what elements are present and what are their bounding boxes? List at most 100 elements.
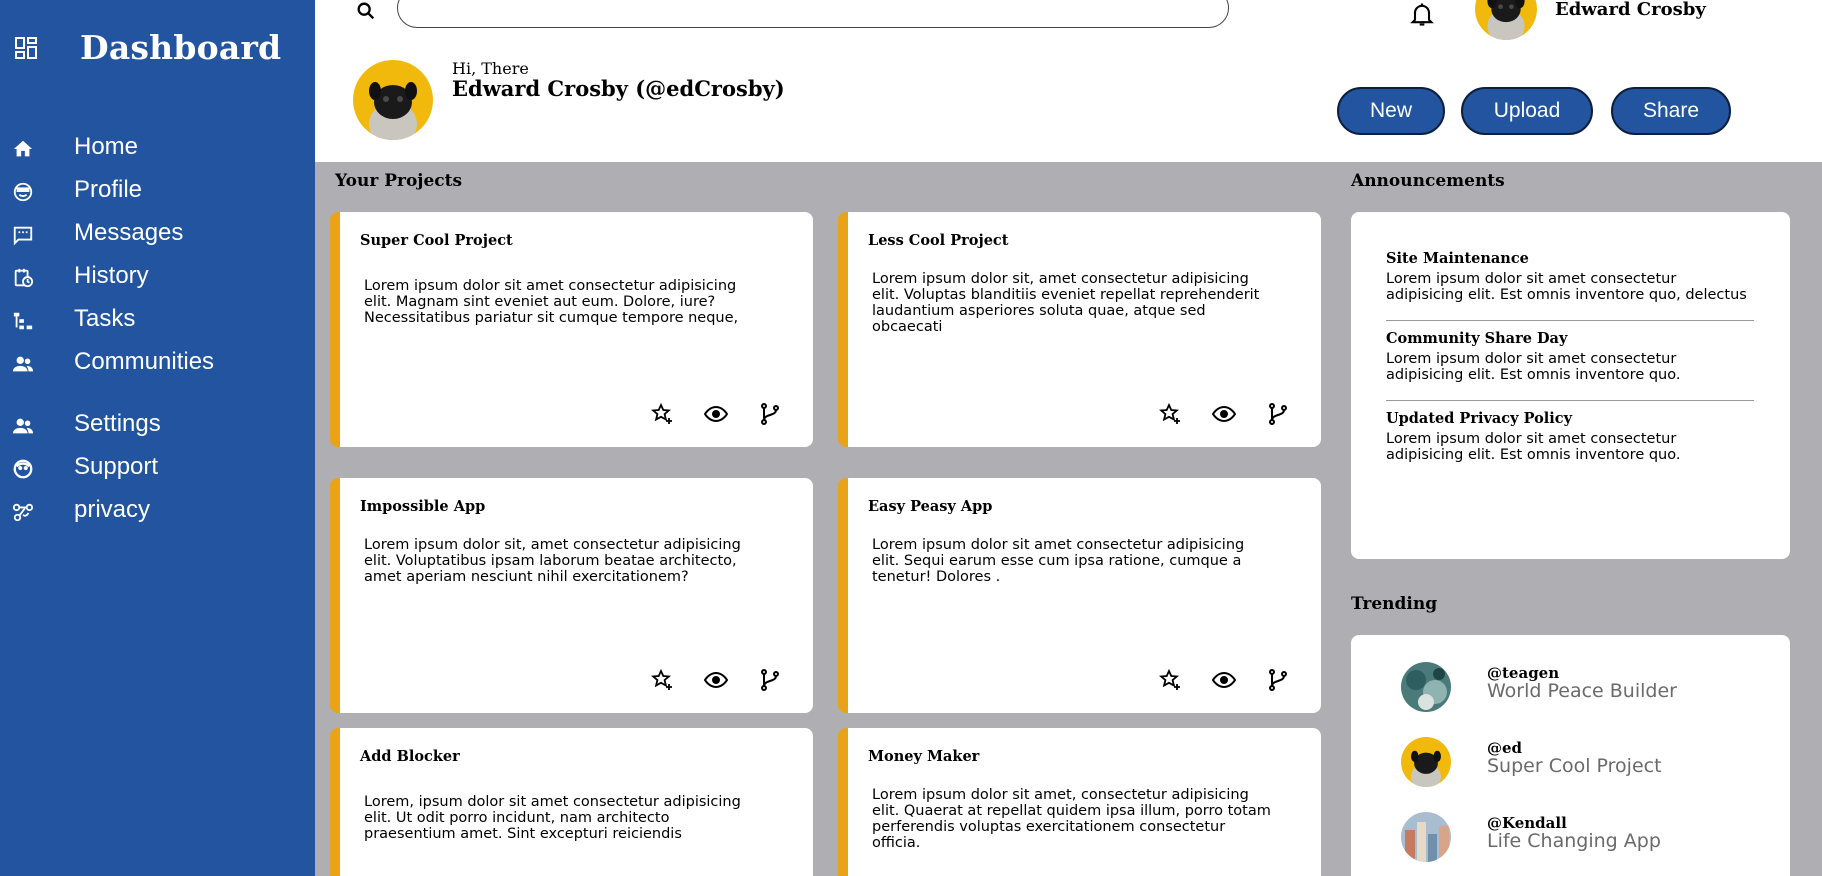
announcement-item[interactable]: Site Maintenance Lorem ipsum dolor sit a… bbox=[1386, 250, 1754, 303]
project-card[interactable]: Money Maker Lorem ipsum dolor sit amet, … bbox=[838, 728, 1321, 876]
project-description: Lorem ipsum dolor sit amet, consectetur … bbox=[872, 787, 1271, 851]
project-card[interactable]: Less Cool Project Lorem ipsum dolor sit,… bbox=[838, 212, 1321, 447]
sidebar: Dashboard Home Profile Messages History … bbox=[0, 0, 315, 876]
city-avatar-image bbox=[1401, 812, 1451, 862]
announcements-panel: Site Maintenance Lorem ipsum dolor sit a… bbox=[1351, 212, 1790, 559]
sidebar-item-label: Home bbox=[74, 133, 139, 160]
upload-button[interactable]: Upload bbox=[1461, 87, 1593, 135]
trending-project: Life Changing App bbox=[1487, 830, 1661, 852]
fork-icon[interactable] bbox=[1266, 402, 1290, 426]
project-title: Easy Peasy App bbox=[868, 498, 993, 515]
sidebar-item-label: Messages bbox=[74, 219, 184, 246]
trending-panel: @teagen World Peace Builder @ed Super Co… bbox=[1351, 635, 1790, 876]
trending-section-title: Trending bbox=[1351, 594, 1438, 614]
trending-item[interactable]: @Kendall Life Changing App bbox=[1401, 812, 1781, 866]
project-card[interactable]: Easy Peasy App Lorem ipsum dolor sit ame… bbox=[838, 478, 1321, 713]
project-title: Less Cool Project bbox=[868, 232, 1009, 249]
project-actions bbox=[1158, 668, 1308, 692]
project-description: Lorem ipsum dolor sit amet consectetur a… bbox=[872, 537, 1245, 585]
pug-avatar-image bbox=[1401, 737, 1451, 787]
new-button[interactable]: New bbox=[1337, 87, 1445, 135]
dashboard-grid-icon bbox=[15, 37, 37, 59]
search-icon[interactable] bbox=[355, 0, 377, 22]
project-description: Lorem ipsum dolor sit, amet consectetur … bbox=[364, 537, 741, 585]
announcement-body: Lorem ipsum dolor sit amet consectetur a… bbox=[1386, 351, 1681, 383]
sidebar-item-support[interactable]: Support bbox=[0, 449, 315, 487]
sidebar-item-home[interactable]: Home bbox=[0, 129, 315, 167]
sidebar-item-label: Profile bbox=[74, 176, 143, 203]
pug-avatar-image bbox=[1475, 0, 1537, 40]
search-input[interactable] bbox=[397, 0, 1229, 28]
announcement-title: Updated Privacy Policy bbox=[1386, 410, 1573, 427]
project-actions bbox=[650, 668, 800, 692]
brand[interactable]: Dashboard bbox=[0, 28, 315, 72]
communities-icon bbox=[12, 356, 34, 372]
messages-icon bbox=[13, 226, 33, 246]
eye-icon[interactable] bbox=[1212, 402, 1236, 426]
history-icon bbox=[14, 268, 34, 288]
sidebar-item-label: History bbox=[74, 262, 149, 289]
sidebar-item-profile[interactable]: Profile bbox=[0, 172, 315, 210]
announcement-item[interactable]: Community Share Day Lorem ipsum dolor si… bbox=[1386, 330, 1754, 383]
bell-icon[interactable] bbox=[1407, 0, 1437, 28]
trending-project: World Peace Builder bbox=[1487, 680, 1677, 702]
eye-icon[interactable] bbox=[704, 668, 728, 692]
project-title: Super Cool Project bbox=[360, 232, 513, 249]
privacy-icon bbox=[12, 503, 34, 522]
sidebar-item-settings[interactable]: Settings bbox=[0, 406, 315, 444]
sidebar-item-label: Settings bbox=[74, 410, 161, 437]
project-description: Lorem, ipsum dolor sit amet consectetur … bbox=[364, 794, 741, 842]
announcement-title: Community Share Day bbox=[1386, 330, 1568, 347]
sidebar-item-privacy[interactable]: privacy bbox=[0, 492, 315, 530]
avatar bbox=[1401, 662, 1451, 712]
fork-icon[interactable] bbox=[1266, 668, 1290, 692]
sidebar-item-tasks[interactable]: Tasks bbox=[0, 301, 315, 339]
star-add-icon[interactable] bbox=[1158, 668, 1182, 692]
fork-icon[interactable] bbox=[758, 668, 782, 692]
header-user-name[interactable]: Edward Crosby bbox=[1555, 0, 1706, 20]
project-title: Money Maker bbox=[868, 748, 980, 765]
star-add-icon[interactable] bbox=[650, 668, 674, 692]
announcement-title: Site Maintenance bbox=[1386, 250, 1529, 267]
tasks-icon bbox=[13, 312, 33, 330]
sidebar-item-label: Support bbox=[74, 453, 159, 480]
project-card[interactable]: Impossible App Lorem ipsum dolor sit, am… bbox=[330, 478, 813, 713]
fork-icon[interactable] bbox=[758, 402, 782, 426]
avatar[interactable] bbox=[1475, 0, 1537, 40]
star-add-icon[interactable] bbox=[1158, 402, 1182, 426]
project-description: Lorem ipsum dolor sit amet consectetur a… bbox=[364, 278, 739, 326]
home-icon bbox=[13, 140, 33, 157]
project-title: Impossible App bbox=[360, 498, 486, 515]
profile-full-name: Edward Crosby (@edCrosby) bbox=[452, 76, 785, 101]
eye-icon[interactable] bbox=[1212, 668, 1236, 692]
announcement-body: Lorem ipsum dolor sit amet consectetur a… bbox=[1386, 271, 1747, 303]
sidebar-item-communities[interactable]: Communities bbox=[0, 344, 315, 382]
sidebar-item-messages[interactable]: Messages bbox=[0, 215, 315, 253]
sidebar-item-label: Communities bbox=[74, 348, 215, 375]
project-description: Lorem ipsum dolor sit, amet consectetur … bbox=[872, 271, 1260, 335]
pug-avatar-image bbox=[353, 60, 433, 140]
project-card[interactable]: Super Cool Project Lorem ipsum dolor sit… bbox=[330, 212, 813, 447]
divider bbox=[1386, 320, 1754, 321]
profile-icon bbox=[13, 182, 33, 202]
project-card[interactable]: Add Blocker Lorem, ipsum dolor sit amet … bbox=[330, 728, 813, 876]
divider bbox=[1386, 400, 1754, 401]
avatar bbox=[1401, 812, 1451, 862]
announcement-item[interactable]: Updated Privacy Policy Lorem ipsum dolor… bbox=[1386, 410, 1754, 463]
projects-section-title: Your Projects bbox=[335, 171, 463, 191]
announcements-section-title: Announcements bbox=[1351, 171, 1505, 191]
project-actions bbox=[650, 402, 800, 426]
share-button[interactable]: Share bbox=[1611, 87, 1731, 135]
star-add-icon[interactable] bbox=[650, 402, 674, 426]
trending-item[interactable]: @ed Super Cool Project bbox=[1401, 737, 1781, 791]
app-title: Dashboard bbox=[80, 28, 282, 67]
profile-avatar bbox=[353, 60, 433, 140]
header: Edward Crosby Hi, There Edward Crosby (@… bbox=[315, 0, 1822, 162]
settings-icon bbox=[12, 418, 34, 434]
sidebar-item-history[interactable]: History bbox=[0, 258, 315, 296]
project-actions bbox=[1158, 402, 1308, 426]
sidebar-item-label: Tasks bbox=[74, 305, 136, 332]
trending-item[interactable]: @teagen World Peace Builder bbox=[1401, 662, 1781, 716]
eye-icon[interactable] bbox=[704, 402, 728, 426]
announcement-body: Lorem ipsum dolor sit amet consectetur a… bbox=[1386, 431, 1681, 463]
